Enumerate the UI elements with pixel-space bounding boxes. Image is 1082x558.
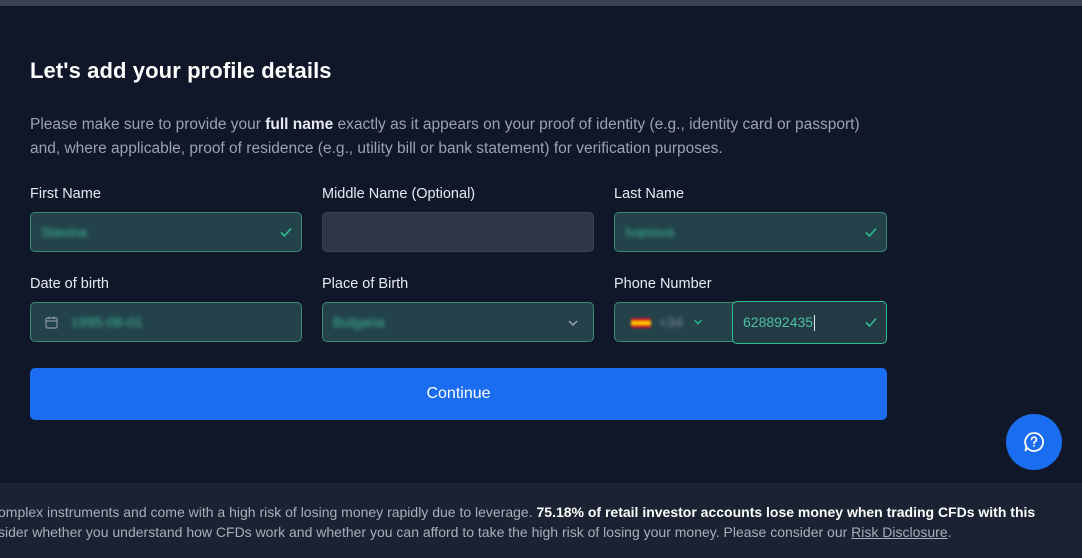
date-of-birth-field[interactable]: 1995-08-01	[30, 302, 302, 342]
phone-number-input[interactable]: 628892435	[732, 301, 887, 344]
risk-warning-text-2: sider whether you understand how CFDs wo…	[0, 524, 852, 540]
risk-warning-text-1: omplex instruments and come with a high …	[0, 504, 537, 520]
page-title: Let's add your profile details	[30, 58, 332, 83]
description-bold: full name	[265, 116, 334, 133]
risk-warning-bold: 75.18% of retail investor accounts lose …	[536, 504, 1036, 520]
help-chat-button[interactable]	[1006, 414, 1062, 470]
chevron-down-icon	[568, 320, 578, 327]
check-icon	[865, 317, 877, 328]
last-name-field[interactable]: Ivanova	[614, 212, 887, 252]
last-name-value: Ivanova	[625, 224, 675, 240]
phone-country-code: +34	[659, 314, 683, 330]
risk-warning-line-1: omplex instruments and come with a high …	[0, 504, 1035, 520]
chat-help-icon	[1024, 432, 1044, 452]
place-of-birth-select[interactable]: Bulgaria	[322, 302, 594, 342]
phone-number-value: 628892435	[743, 314, 816, 332]
risk-warning-period: .	[947, 524, 952, 540]
first-name-field[interactable]: Slavina	[30, 212, 302, 252]
text-cursor	[814, 315, 816, 332]
check-icon	[865, 227, 877, 238]
description-text-1: Please make sure to provide your	[30, 116, 266, 133]
place-of-birth-label: Place of Birth	[322, 276, 409, 292]
first-name-value: Slavina	[41, 224, 87, 240]
middle-name-label: Middle Name (Optional)	[322, 186, 476, 202]
risk-warning-line-2: sider whether you understand how CFDs wo…	[0, 524, 952, 540]
page-description: Please make sure to provide your full na…	[30, 113, 890, 161]
check-icon	[280, 227, 292, 238]
risk-warning-footer: omplex instruments and come with a high …	[0, 483, 1082, 558]
calendar-icon	[45, 316, 58, 329]
phone-number-label: Phone Number	[614, 276, 712, 292]
spain-flag-icon	[631, 318, 651, 328]
risk-disclosure-link[interactable]: Risk Disclosure	[851, 524, 947, 540]
place-of-birth-value: Bulgaria	[333, 314, 385, 330]
date-of-birth-value: 1995-08-01	[71, 314, 143, 330]
continue-button[interactable]: Continue	[30, 368, 887, 420]
phone-number-text: 628892435	[743, 314, 814, 330]
last-name-label: Last Name	[614, 186, 685, 202]
middle-name-field[interactable]	[322, 212, 594, 252]
chevron-down-icon	[694, 319, 702, 325]
date-of-birth-label: Date of birth	[30, 276, 109, 292]
first-name-label: First Name	[30, 186, 101, 202]
phone-country-selector[interactable]: +34	[614, 302, 736, 342]
